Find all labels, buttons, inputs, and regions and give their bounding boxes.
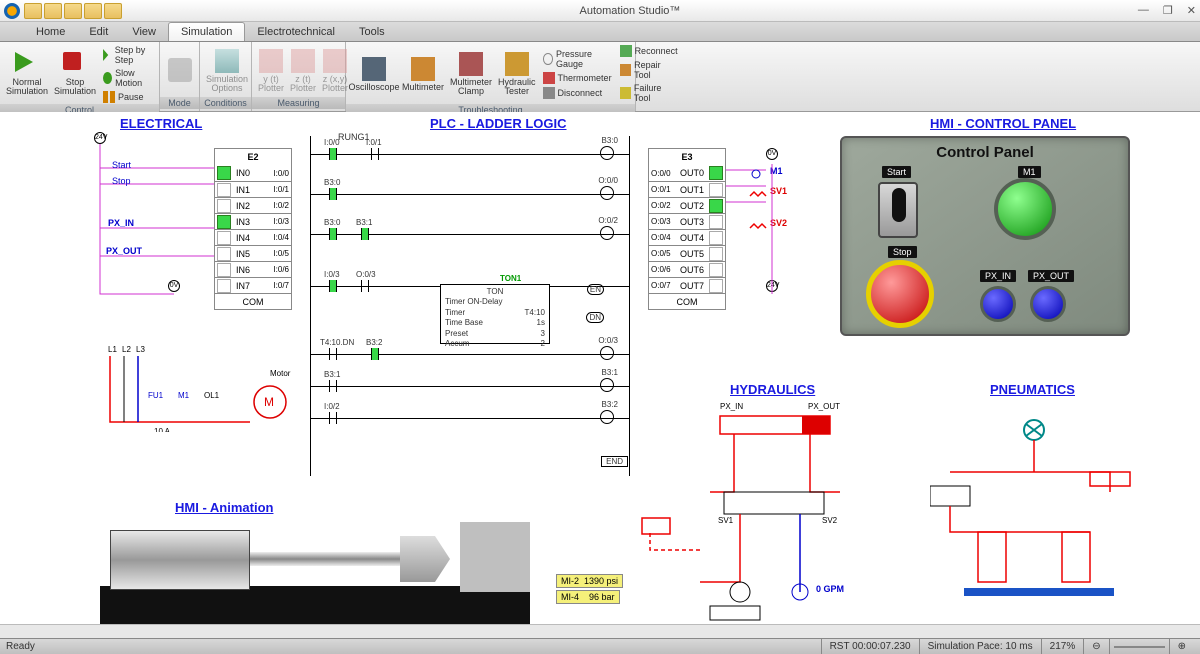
hmi-animation bbox=[100, 520, 530, 630]
pxout-lamp bbox=[1030, 286, 1066, 322]
label-pxout: PX_OUT bbox=[106, 246, 142, 256]
hydraulic-tester-button[interactable]: Hydraulic Tester bbox=[496, 48, 538, 100]
svg-text:M1: M1 bbox=[178, 391, 190, 400]
normal-simulation-button[interactable]: Normal Simulation bbox=[4, 48, 50, 100]
close-button[interactable]: ✕ bbox=[1187, 4, 1196, 17]
svg-text:L1: L1 bbox=[108, 345, 117, 354]
yt-plotter-button[interactable]: y (t) Plotter bbox=[256, 45, 286, 97]
section-hmi: HMI - CONTROL PANEL bbox=[930, 116, 1076, 131]
pressure-gauge-button[interactable]: Pressure Gauge bbox=[540, 48, 615, 70]
tab-tools[interactable]: Tools bbox=[347, 23, 397, 41]
tab-view[interactable]: View bbox=[120, 23, 168, 41]
qat-btn[interactable] bbox=[64, 3, 82, 19]
hydraulics-diagram: PX_IN PX_OUT SV1 SV2 0 GPM bbox=[640, 402, 900, 627]
label-stop: Stop bbox=[112, 176, 131, 186]
step-by-step-button[interactable]: Step by Step bbox=[100, 44, 155, 66]
section-plc: PLC - LADDER LOGIC bbox=[430, 116, 567, 131]
pxin-lamp bbox=[980, 286, 1016, 322]
svg-text:FU1: FU1 bbox=[148, 391, 164, 400]
qat-btn[interactable] bbox=[84, 3, 102, 19]
qat-btn[interactable] bbox=[104, 3, 122, 19]
tab-home[interactable]: Home bbox=[24, 23, 77, 41]
status-rst: RST 00:00:07.230 bbox=[821, 639, 919, 654]
section-animation: HMI - Animation bbox=[175, 500, 273, 515]
section-pneumatics: PNEUMATICS bbox=[990, 382, 1075, 397]
titlebar: Automation Studio™ — ❐ ✕ bbox=[0, 0, 1200, 22]
simulation-options-button[interactable]: Simulation Options bbox=[204, 45, 250, 97]
io-block-e3: E3 O:0/0OUT0O:0/1OUT1O:0/2OUT2O:0/3OUT3O… bbox=[648, 148, 726, 310]
svg-text:10 A: 10 A bbox=[154, 427, 171, 432]
multimeter-button[interactable]: Multimeter bbox=[400, 48, 446, 100]
pause-button[interactable]: Pause bbox=[100, 90, 155, 104]
status-ready: Ready bbox=[6, 641, 35, 652]
statusbar: Ready RST 00:00:07.230 Simulation Pace: … bbox=[0, 638, 1200, 654]
diagram-canvas[interactable]: ELECTRICAL PLC - LADDER LOGIC HMI - CONT… bbox=[0, 112, 1190, 632]
zt-plotter-button[interactable]: z (t) Plotter bbox=[288, 45, 318, 97]
io-block-e2: E2 IN0I:0/0IN1I:0/1IN2I:0/2IN3I:0/3IN4I:… bbox=[214, 148, 292, 310]
slow-motion-button[interactable]: Slow Motion bbox=[100, 67, 155, 89]
qat-btn[interactable] bbox=[44, 3, 62, 19]
tab-edit[interactable]: Edit bbox=[77, 23, 120, 41]
ribbon-tabs: Home Edit View Simulation Electrotechnic… bbox=[0, 22, 1200, 42]
svg-text:M: M bbox=[264, 395, 274, 409]
window-title: Automation Studio™ bbox=[122, 5, 1138, 17]
disconnect-button[interactable]: Disconnect bbox=[540, 86, 615, 100]
svg-text:OL1: OL1 bbox=[204, 391, 220, 400]
gauge-mi4: MI-4 96 bar bbox=[556, 590, 620, 604]
status-pace: Simulation Pace: 10 ms bbox=[919, 639, 1041, 654]
hmi-title: Control Panel bbox=[842, 144, 1128, 161]
app-logo bbox=[4, 3, 20, 19]
gauge-mi2: MI-2 1390 psi bbox=[556, 574, 623, 588]
quick-access-toolbar bbox=[24, 3, 122, 19]
hmi-control-panel: Control Panel Start M1 Stop PX_IN PX_OUT bbox=[840, 136, 1130, 336]
mode-button[interactable] bbox=[164, 45, 195, 97]
qat-btn[interactable] bbox=[24, 3, 42, 19]
tab-simulation[interactable]: Simulation bbox=[168, 22, 245, 41]
status-zoom[interactable]: 217% bbox=[1041, 639, 1084, 654]
motor-circuit: L1 L2 L3 M Motor FU1 M1 OL1 10 A bbox=[100, 342, 300, 432]
canvas-area[interactable]: ELECTRICAL PLC - LADDER LOGIC HMI - CONT… bbox=[0, 112, 1200, 638]
svg-text:L3: L3 bbox=[136, 345, 145, 354]
label-start: Start bbox=[112, 160, 131, 170]
label-pxin: PX_IN bbox=[108, 218, 134, 228]
failure-tool-button[interactable]: Failure Tool bbox=[617, 82, 681, 104]
zoom-in-button[interactable]: ⊕ bbox=[1169, 639, 1194, 654]
section-electrical: ELECTRICAL bbox=[120, 116, 202, 131]
horizontal-scrollbar[interactable] bbox=[0, 624, 1200, 638]
oscilloscope-button[interactable]: Oscilloscope bbox=[350, 48, 398, 100]
ladder-diagram: RUNG1 TON Timer ON-Delay TimerT4:10 Time… bbox=[310, 136, 630, 476]
minimize-button[interactable]: — bbox=[1138, 4, 1149, 17]
pneumatics-diagram bbox=[930, 412, 1140, 612]
thermometer-button[interactable]: Thermometer bbox=[540, 71, 615, 85]
tab-electrotechnical[interactable]: Electrotechnical bbox=[245, 23, 347, 41]
m1-indicator-lamp bbox=[994, 178, 1056, 240]
reconnect-button[interactable]: Reconnect bbox=[617, 44, 681, 58]
zoom-slider[interactable] bbox=[1109, 639, 1169, 654]
repair-tool-button[interactable]: Repair Tool bbox=[617, 59, 681, 81]
svg-text:Motor: Motor bbox=[270, 369, 291, 378]
start-toggle-switch[interactable] bbox=[878, 182, 918, 238]
stop-simulation-button[interactable]: Stop Simulation bbox=[52, 48, 98, 100]
timer-block: TON Timer ON-Delay TimerT4:10 Time Base1… bbox=[440, 284, 550, 344]
multimeter-clamp-button[interactable]: Multimeter Clamp bbox=[448, 48, 494, 100]
section-hydraulics: HYDRAULICS bbox=[730, 382, 815, 397]
ribbon: Normal Simulation Stop Simulation Step b… bbox=[0, 42, 1200, 112]
svg-text:L2: L2 bbox=[122, 345, 131, 354]
maximize-button[interactable]: ❐ bbox=[1163, 4, 1173, 17]
emergency-stop-button[interactable] bbox=[866, 260, 934, 328]
zoom-out-button[interactable]: ⊖ bbox=[1083, 639, 1108, 654]
